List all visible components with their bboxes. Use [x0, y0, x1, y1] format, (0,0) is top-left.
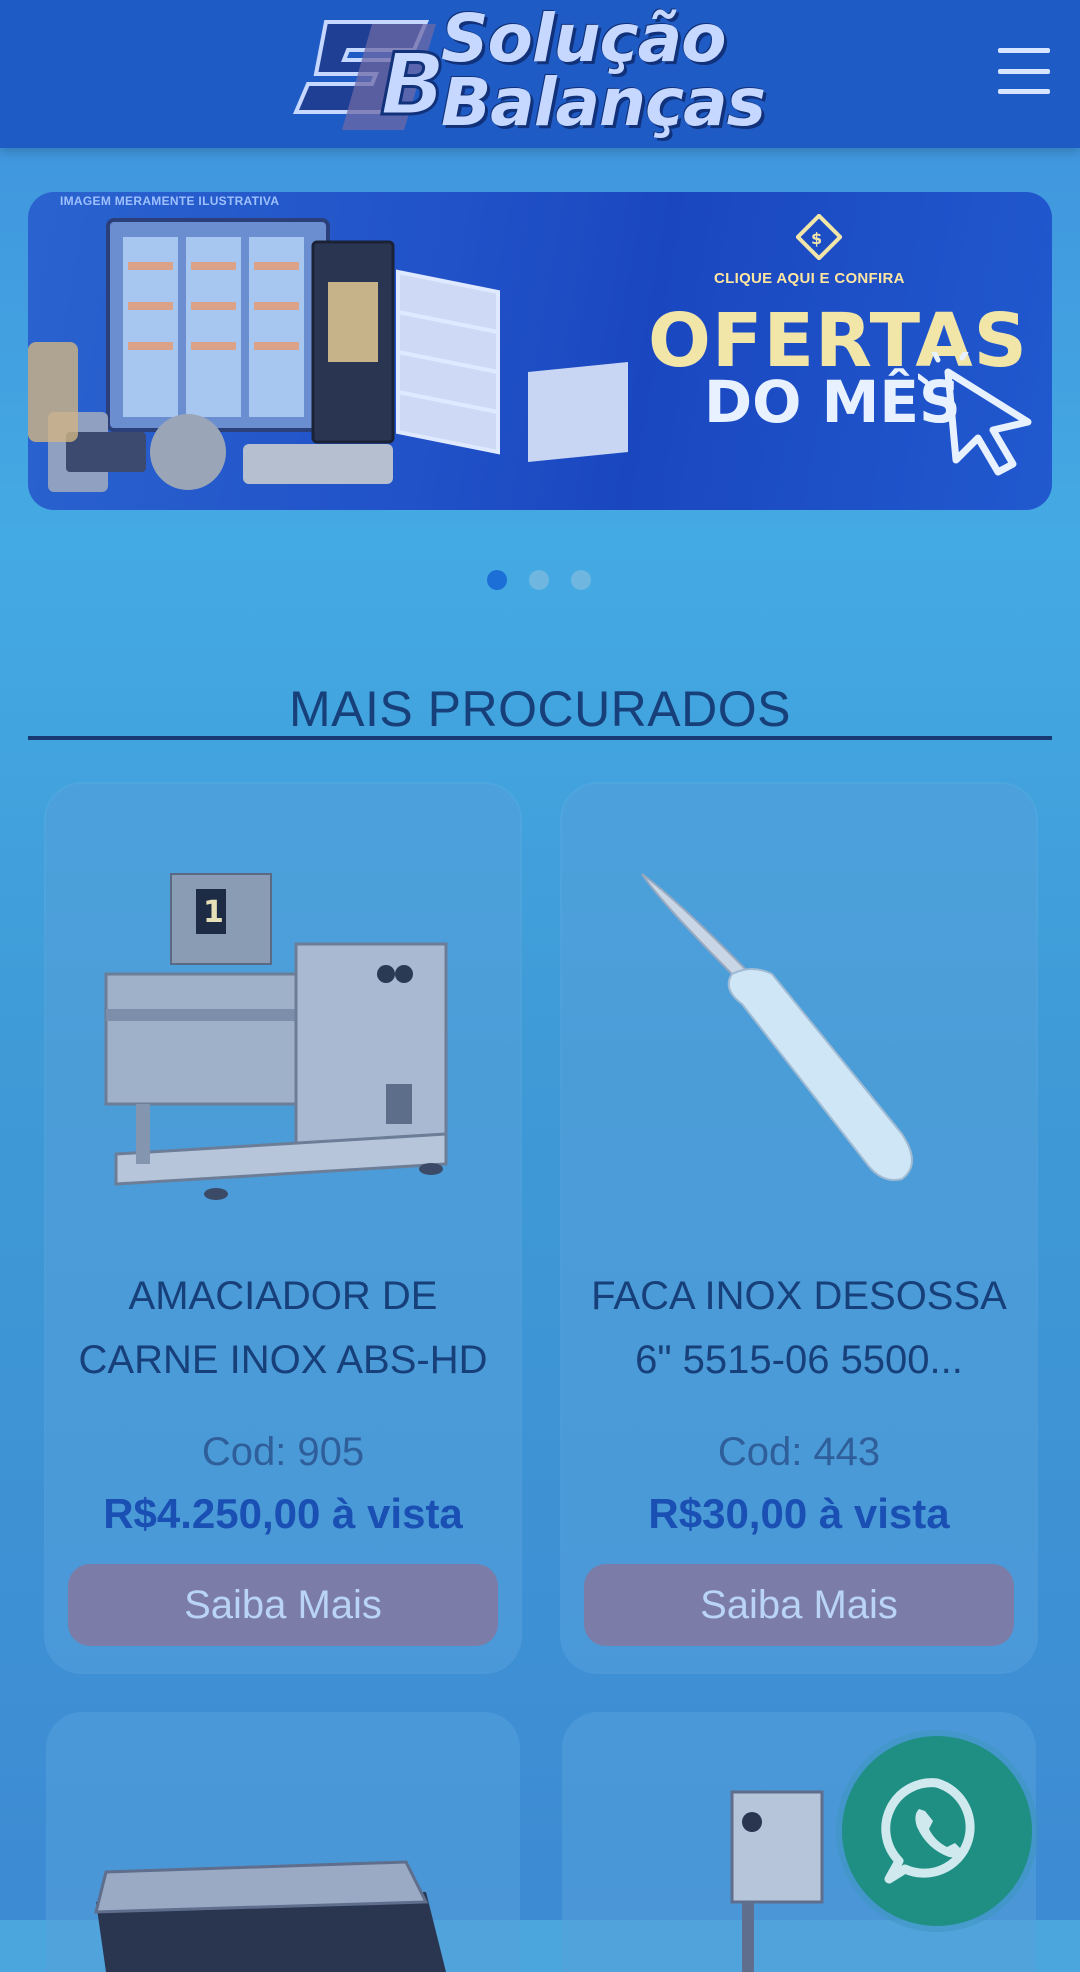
- product-image: [94, 1860, 446, 1972]
- product-title-line1: FACA INOX DESOSSA: [591, 1274, 1007, 1318]
- carousel-dot-2[interactable]: [529, 570, 549, 590]
- saiba-mais-button[interactable]: Saiba Mais: [584, 1564, 1014, 1646]
- logo-mark-icon: B: [292, 20, 446, 137]
- site-header: B Solução Balanças: [0, 0, 1080, 148]
- product-title: AMACIADOR DE CARNE INOX ABS-HD: [66, 1264, 500, 1392]
- carousel-dot-3[interactable]: [571, 570, 591, 590]
- carousel-dot-1[interactable]: [487, 570, 507, 590]
- meat-tenderizer-image: 1: [104, 873, 448, 1200]
- cursor-icon: [918, 352, 1032, 476]
- section-title: MAIS PROCURADOS: [288, 681, 791, 737]
- whatsapp-icon: [881, 1778, 975, 1884]
- promo-banner[interactable]: IMAGEM MERAMENTE ILUSTRATIVA $ CLIQUE AQ…: [28, 192, 1052, 510]
- product-card[interactable]: 1 AMACIADOR DE CARNE INOX ABS-HD Cod: 90…: [46, 784, 520, 1672]
- product-title-line1: AMACIADOR DE: [128, 1274, 438, 1318]
- logo-text-line1: Solução: [441, 0, 727, 77]
- banner-disclaimer: IMAGEM MERAMENTE ILUSTRATIVA: [60, 194, 280, 208]
- page: B Solução Balanças IMAGEM MERAMENTE ILUS…: [0, 0, 1080, 1972]
- site-logo[interactable]: B Solução Balanças: [286, 2, 806, 142]
- knife-image: [641, 873, 913, 1181]
- banner-cta: CLIQUE AQUI E CONFIRA: [714, 270, 905, 287]
- svg-text:B: B: [380, 35, 446, 135]
- product-code: Cod: 443: [717, 1430, 881, 1474]
- product-price: R$30,00 à vista: [648, 1490, 950, 1537]
- logo-text-line2: Balanças: [441, 64, 766, 141]
- product-title-line2: CARNE INOX ABS-HD: [78, 1338, 488, 1382]
- logo-text: Solução Balanças: [441, 0, 821, 141]
- svg-text:$: $: [811, 229, 822, 248]
- product-title-line2: 6" 5515-06 5500...: [635, 1338, 963, 1382]
- equipment-illustration: [28, 218, 628, 492]
- hamburger-icon[interactable]: [998, 48, 1050, 94]
- svg-text:1: 1: [203, 895, 224, 930]
- section-divider: [28, 736, 1052, 740]
- product-price: R$4.250,00 à vista: [103, 1490, 463, 1537]
- product-card[interactable]: FACA INOX DESOSSA 6" 5515-06 5500... Cod…: [562, 784, 1036, 1672]
- tag-icon: $: [796, 214, 842, 260]
- product-card[interactable]: [46, 1712, 520, 1972]
- whatsapp-button[interactable]: [842, 1736, 1032, 1926]
- product-code: Cod: 905: [201, 1430, 365, 1474]
- product-title: FACA INOX DESOSSA 6" 5515-06 5500...: [582, 1264, 1016, 1392]
- carousel-dots: [487, 570, 597, 590]
- saiba-mais-button[interactable]: Saiba Mais: [68, 1564, 498, 1646]
